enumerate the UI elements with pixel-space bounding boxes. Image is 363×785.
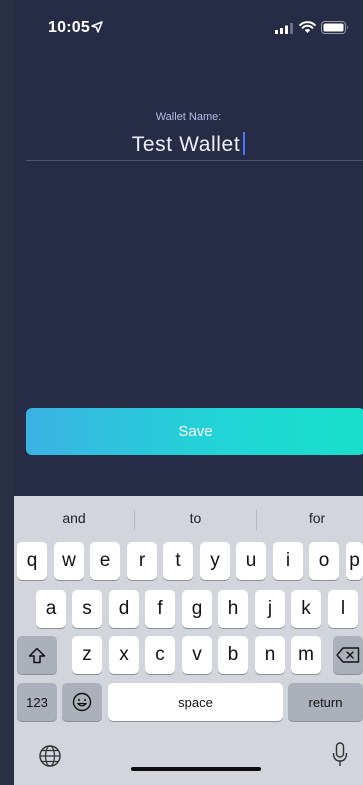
microphone-icon[interactable] xyxy=(332,742,348,768)
status-time: 10:05 xyxy=(48,19,90,36)
key-k[interactable]: k xyxy=(291,590,321,628)
key-d[interactable]: d xyxy=(109,590,139,628)
location-arrow-icon xyxy=(91,21,103,33)
suggestion-item[interactable]: to xyxy=(135,496,256,540)
backspace-icon xyxy=(336,647,360,663)
save-button[interactable]: Save xyxy=(26,408,363,455)
emoji-key[interactable] xyxy=(62,683,102,721)
key-v[interactable]: v xyxy=(182,636,212,674)
wifi-icon xyxy=(299,21,316,33)
suggestion-item[interactable]: and xyxy=(14,496,134,540)
key-e[interactable]: e xyxy=(90,542,120,580)
suggestion-item[interactable]: for xyxy=(257,496,363,540)
key-w[interactable]: w xyxy=(54,542,84,580)
phone-screen: 10:05 Wallet Name: Test Wallet Save and … xyxy=(14,0,363,785)
wallet-name-label: Wallet Name: xyxy=(155,111,222,123)
home-indicator xyxy=(131,767,261,771)
key-t[interactable]: t xyxy=(163,542,193,580)
shift-key[interactable] xyxy=(17,636,57,674)
key-o[interactable]: o xyxy=(309,542,339,580)
numbers-key[interactable]: 123 xyxy=(17,683,57,721)
key-z[interactable]: z xyxy=(72,636,102,674)
key-u[interactable]: u xyxy=(236,542,266,580)
key-n[interactable]: n xyxy=(255,636,285,674)
keyboard: and to for q w e r t y u i o p a s d f g… xyxy=(14,496,363,785)
status-bar: 10:05 xyxy=(14,0,363,60)
key-p[interactable]: p xyxy=(346,542,363,580)
key-f[interactable]: f xyxy=(145,590,175,628)
key-b[interactable]: b xyxy=(218,636,248,674)
battery-icon xyxy=(321,21,348,34)
key-j[interactable]: j xyxy=(255,590,285,628)
key-l[interactable]: l xyxy=(328,590,358,628)
key-r[interactable]: r xyxy=(127,542,157,580)
globe-icon[interactable] xyxy=(38,744,62,768)
key-g[interactable]: g xyxy=(182,590,212,628)
key-c[interactable]: c xyxy=(145,636,175,674)
shift-icon xyxy=(28,647,46,663)
key-m[interactable]: m xyxy=(291,636,321,674)
key-s[interactable]: s xyxy=(72,590,102,628)
wallet-name-underline xyxy=(26,160,363,161)
space-key[interactable]: space xyxy=(108,683,283,721)
return-key[interactable]: return xyxy=(288,683,363,721)
text-caret xyxy=(243,132,246,155)
left-margin xyxy=(0,0,14,785)
key-a[interactable]: a xyxy=(36,590,66,628)
key-q[interactable]: q xyxy=(17,542,47,580)
key-i[interactable]: i xyxy=(273,542,303,580)
emoji-icon xyxy=(72,692,92,712)
key-h[interactable]: h xyxy=(218,590,248,628)
wallet-name-value: Test Wallet xyxy=(131,133,241,156)
wallet-name-input[interactable]: Test Wallet xyxy=(14,132,363,157)
suggestion-bar: and to for xyxy=(14,496,363,540)
backspace-key[interactable] xyxy=(333,636,363,674)
cellular-signal-icon xyxy=(275,23,293,34)
key-y[interactable]: y xyxy=(200,542,230,580)
key-x[interactable]: x xyxy=(109,636,139,674)
